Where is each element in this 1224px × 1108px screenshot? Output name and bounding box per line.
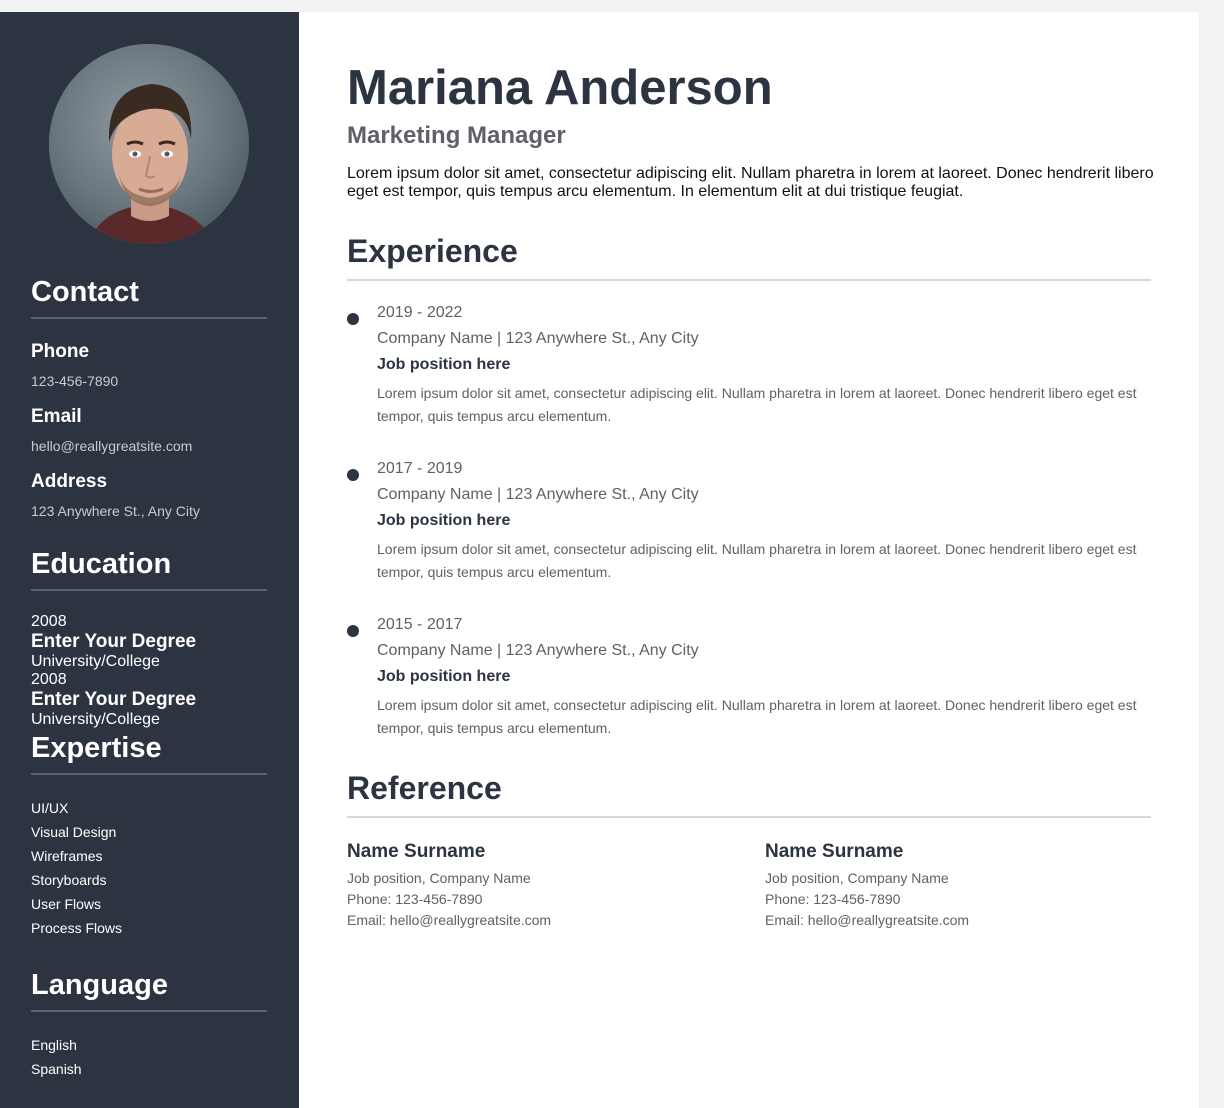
education-school: University/College <box>31 653 160 670</box>
experience-company: Company Name | 123 Anywhere St., Any Cit… <box>377 486 699 503</box>
contact-email: Email hello@reallygreatsite.com <box>31 406 267 455</box>
contact-phone: Phone 123-456-7890 <box>31 341 267 390</box>
experience-description: Lorem ipsum dolor sit amet, consectetur … <box>377 385 1137 424</box>
education-school: University/College <box>31 711 160 728</box>
education-degree: Enter Your Degree <box>31 689 197 710</box>
expertise-item: Storyboards <box>31 872 107 888</box>
portrait-illustration <box>49 44 249 244</box>
reference-email: Email: hello@reallygreatsite.com <box>347 912 552 928</box>
resume-page: Contact Phone 123-456-7890 Email hello@r… <box>0 12 1199 1108</box>
expertise-item: User Flows <box>31 896 102 912</box>
phone-value: 123-456-7890 <box>31 373 119 389</box>
profile-photo <box>49 44 249 244</box>
contact-heading: Contact <box>31 276 139 308</box>
expertise-item: Process Flows <box>31 920 123 936</box>
experience-position: Job position here <box>377 356 511 373</box>
language-list: English Spanish <box>31 1033 267 1081</box>
education-degree: Enter Your Degree <box>31 631 197 652</box>
main-content: Mariana Anderson Marketing Manager Lorem… <box>299 12 1224 1108</box>
experience-description: Lorem ipsum dolor sit amet, consectetur … <box>377 697 1137 736</box>
experience-position: Job position here <box>377 512 511 529</box>
reference-item: Name Surname Job position, Company Name … <box>347 840 765 931</box>
reference-name: Name Surname <box>765 841 904 862</box>
reference-list: Name Surname Job position, Company Name … <box>347 840 1183 931</box>
contact-address: Address 123 Anywhere St., Any City <box>31 471 267 520</box>
bullet-icon <box>347 469 359 481</box>
experience-position: Job position here <box>377 668 511 685</box>
language-item: Spanish <box>31 1061 82 1077</box>
sidebar: Contact Phone 123-456-7890 Email hello@r… <box>0 12 299 1108</box>
phone-label: Phone <box>31 341 90 362</box>
education-list: 2008 Enter Your Degree University/Colleg… <box>31 613 267 729</box>
expertise-item: Wireframes <box>31 848 103 864</box>
education-divider <box>31 589 267 591</box>
expertise-item: Visual Design <box>31 824 117 840</box>
reference-name: Name Surname <box>347 841 486 862</box>
contact-divider <box>31 317 267 319</box>
expertise-item: UI/UX <box>31 800 69 816</box>
email-value: hello@reallygreatsite.com <box>31 438 193 454</box>
experience-company: Company Name | 123 Anywhere St., Any Cit… <box>377 330 699 347</box>
reference-divider <box>347 816 1151 818</box>
experience-years: 2015 - 2017 <box>377 616 463 633</box>
education-year: 2008 <box>31 613 67 630</box>
education-heading: Education <box>31 548 172 580</box>
experience-years: 2019 - 2022 <box>377 304 463 321</box>
reference-phone: Phone: 123-456-7890 <box>765 891 901 907</box>
email-label: Email <box>31 406 82 427</box>
experience-item: 2019 - 2022 Company Name | 123 Anywhere … <box>347 301 1183 428</box>
experience-item: 2015 - 2017 Company Name | 123 Anywhere … <box>347 613 1183 740</box>
profile-name: Mariana Anderson <box>347 61 773 115</box>
expertise-heading: Expertise <box>31 732 162 764</box>
education-year: 2008 <box>31 671 67 688</box>
reference-phone: Phone: 123-456-7890 <box>347 891 483 907</box>
education-item: 2008 Enter Your Degree University/Colleg… <box>31 671 267 729</box>
language-divider <box>31 1010 267 1012</box>
experience-divider <box>347 279 1151 281</box>
profile-role: Marketing Manager <box>347 122 566 149</box>
reference-email: Email: hello@reallygreatsite.com <box>765 912 970 928</box>
reference-position: Job position, Company Name <box>347 870 531 886</box>
reference-heading: Reference <box>347 770 502 806</box>
experience-item: 2017 - 2019 Company Name | 123 Anywhere … <box>347 457 1183 584</box>
education-item: 2008 Enter Your Degree University/Colleg… <box>31 613 267 671</box>
reference-position: Job position, Company Name <box>765 870 949 886</box>
bullet-icon <box>347 313 359 325</box>
reference-item: Name Surname Job position, Company Name … <box>765 840 1183 931</box>
experience-company: Company Name | 123 Anywhere St., Any Cit… <box>377 642 699 659</box>
expertise-divider <box>31 773 267 775</box>
experience-years: 2017 - 2019 <box>377 460 463 477</box>
language-item: English <box>31 1037 77 1053</box>
experience-heading: Experience <box>347 233 518 269</box>
expertise-list: UI/UX Visual Design Wireframes Storyboar… <box>31 796 267 940</box>
bullet-icon <box>347 625 359 637</box>
profile-summary: Lorem ipsum dolor sit amet, consectetur … <box>347 165 1154 200</box>
experience-list: 2019 - 2022 Company Name | 123 Anywhere … <box>347 301 1183 740</box>
language-heading: Language <box>31 969 168 1001</box>
address-value: 123 Anywhere St., Any City <box>31 503 200 519</box>
experience-description: Lorem ipsum dolor sit amet, consectetur … <box>377 541 1137 580</box>
address-label: Address <box>31 471 108 492</box>
